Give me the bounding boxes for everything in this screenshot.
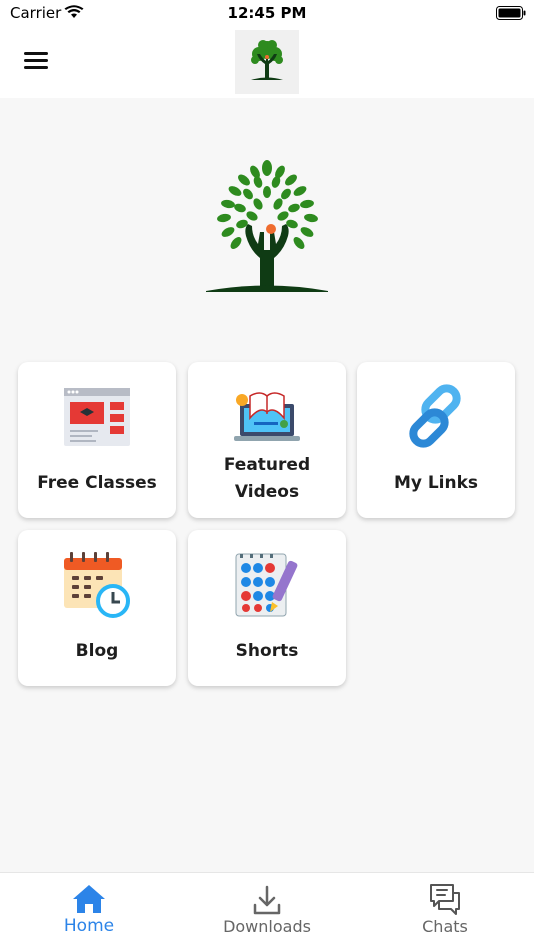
chain-link-icon <box>409 384 461 448</box>
tree-logo-small-icon <box>251 40 283 80</box>
card-shorts[interactable]: Shorts <box>188 530 346 686</box>
tab-downloads[interactable]: Downloads <box>178 873 356 951</box>
hamburger-menu-icon[interactable] <box>24 52 48 70</box>
download-icon <box>253 885 281 915</box>
tab-label: Downloads <box>223 917 311 936</box>
card-my-links[interactable]: My Links <box>357 362 515 518</box>
app-bar <box>0 30 534 98</box>
card-label: Blog <box>75 641 119 661</box>
card-label: Shorts <box>235 641 299 661</box>
tab-chats[interactable]: Chats <box>356 873 534 951</box>
battery-icon <box>496 6 526 20</box>
tab-label: Chats <box>422 917 468 936</box>
card-label: Free Classes <box>37 473 157 493</box>
chat-bubbles-icon <box>430 884 460 915</box>
home-icon <box>73 885 105 913</box>
calendar-clock-icon <box>64 552 130 618</box>
tree-hands-logo-icon <box>206 160 328 292</box>
status-time: 12:45 PM <box>227 4 307 22</box>
hero-logo <box>200 158 334 298</box>
status-bar: Carrier 12:45 PM <box>0 0 534 30</box>
tab-home[interactable]: Home <box>0 873 178 951</box>
video-classes-icon <box>64 388 130 446</box>
header-logo <box>235 30 299 94</box>
laptop-book-icon <box>234 392 300 441</box>
card-free-classes[interactable]: Free Classes <box>18 362 176 518</box>
tab-label: Home <box>63 916 115 936</box>
card-featured-videos[interactable]: Featured Videos <box>188 362 346 518</box>
notes-pen-icon <box>235 553 298 617</box>
card-label: Featured Videos <box>223 455 311 502</box>
bottom-tab-bar: Home Downloads Chats <box>0 872 534 951</box>
card-label: My Links <box>393 473 479 493</box>
card-blog[interactable]: Blog <box>18 530 176 686</box>
